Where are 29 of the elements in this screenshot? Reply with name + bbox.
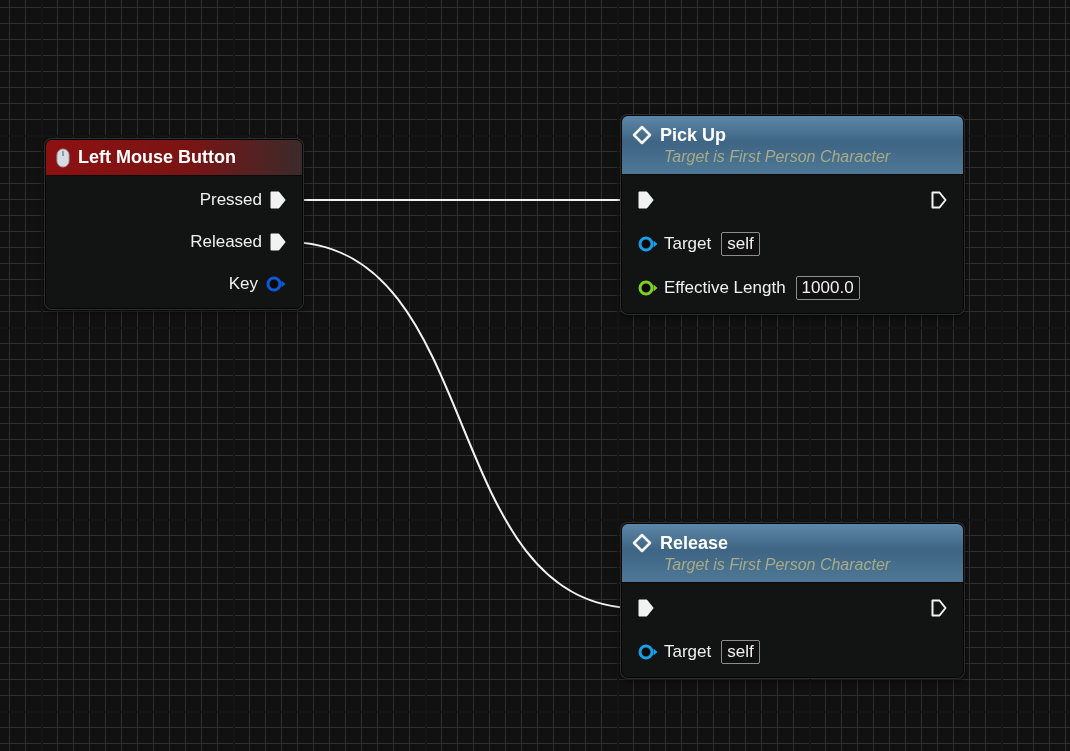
node-subtitle: Target is First Person Character xyxy=(663,147,892,166)
exec-pin-icon[interactable] xyxy=(638,599,654,617)
exec-pin-icon[interactable] xyxy=(931,191,947,209)
function-icon xyxy=(632,125,652,145)
exec-pin-icon[interactable] xyxy=(270,191,286,209)
data-pin-icon[interactable] xyxy=(638,280,658,296)
node-subtitle: Target is First Person Character xyxy=(663,555,892,574)
node-title: Left Mouse Button xyxy=(78,147,236,168)
node-title: Release xyxy=(660,532,729,554)
value-field[interactable]: self xyxy=(721,232,760,256)
node-card[interactable]: Pick Up Target is First Person Character Target self Effective Length 1000.0 xyxy=(621,115,964,314)
node-card[interactable]: Release Target is First Person Character Target self xyxy=(621,523,964,678)
pin-label: Pressed xyxy=(199,190,262,210)
pin-label: Released xyxy=(190,232,262,252)
pin-label: Effective Length xyxy=(664,278,786,298)
value-field[interactable]: self xyxy=(721,640,760,664)
node-title: Pick Up xyxy=(660,124,727,146)
data-pin-icon[interactable] xyxy=(638,644,658,660)
exec-pin-icon[interactable] xyxy=(638,191,654,209)
node-card[interactable]: Left Mouse Button Pressed Released Key xyxy=(45,139,303,309)
function-icon xyxy=(632,533,652,553)
pin-label: Target xyxy=(664,234,712,254)
pin-label: Target xyxy=(664,642,712,662)
value-field[interactable]: 1000.0 xyxy=(795,276,860,300)
exec-pin-icon[interactable] xyxy=(931,599,947,617)
pin-label: Key xyxy=(228,274,258,294)
mouse-icon xyxy=(56,147,70,168)
exec-pin-icon[interactable] xyxy=(270,233,286,251)
data-pin-icon[interactable] xyxy=(638,236,658,252)
